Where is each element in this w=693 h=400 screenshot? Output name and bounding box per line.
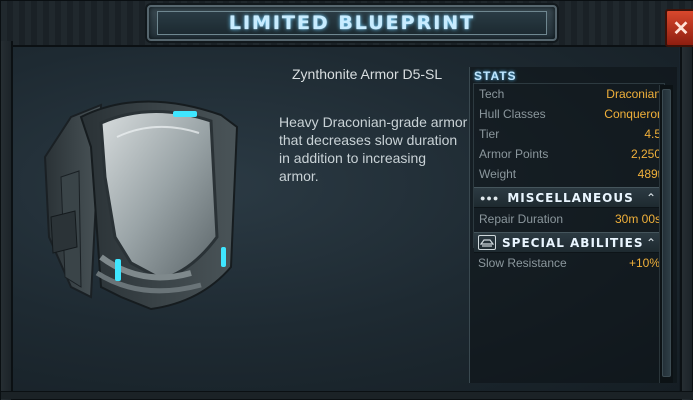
close-button[interactable]: ✕ xyxy=(665,9,693,47)
section-title: SPECIAL ABILITIES xyxy=(502,235,644,250)
stat-value: Draconian xyxy=(606,87,661,101)
stat-row-repair-duration: Repair Duration 30m 00s xyxy=(479,210,661,228)
stat-value: 489t xyxy=(637,167,661,181)
stat-label: Hull Classes xyxy=(479,107,546,121)
miscellaneous-section-header[interactable]: ●●● MISCELLANEOUS ⌃ xyxy=(474,187,664,208)
stat-row-tier: Tier 4.5 xyxy=(479,125,661,143)
window-frame-left xyxy=(1,41,13,400)
item-name: Zynthonite Armor D5-SL xyxy=(292,66,443,82)
item-description: Heavy Draconian-grade armor that decreas… xyxy=(279,114,468,184)
window-frame-bottom xyxy=(1,391,693,399)
stat-value: 30m 00s xyxy=(614,212,661,226)
stats-heading: STATS xyxy=(474,69,517,83)
armor-item-icon xyxy=(43,100,239,311)
stats-scrollbar[interactable] xyxy=(659,85,673,383)
stat-row-hull-classes: Hull Classes Conqueror xyxy=(479,105,661,123)
stats-list: Tech Draconian Hull Classes Conqueror Ti… xyxy=(473,83,665,253)
title-plate: LIMITED BLUEPRINT xyxy=(147,5,557,41)
stat-row-armor-points: Armor Points 2,250 xyxy=(479,145,661,163)
ship-icon xyxy=(478,235,496,250)
stat-label: Armor Points xyxy=(479,147,549,161)
stat-label: Tier xyxy=(479,127,500,141)
dots-icon: ●●● xyxy=(480,192,500,203)
stat-label: Weight xyxy=(479,167,517,181)
stat-value: +10% xyxy=(628,256,660,270)
stat-row-weight: Weight 489t xyxy=(479,165,661,183)
scrollbar-thumb[interactable] xyxy=(662,89,671,377)
stat-row-tech: Tech Draconian xyxy=(479,85,661,103)
chevron-up-icon[interactable]: ⌃ xyxy=(646,236,656,250)
title-plate-inner: LIMITED BLUEPRINT xyxy=(157,11,547,35)
stat-value: Conqueror xyxy=(604,107,661,121)
stat-row-slow-resistance: Slow Resistance +10% xyxy=(478,254,660,272)
section-title: MISCELLANEOUS xyxy=(507,190,634,205)
window-title: LIMITED BLUEPRINT xyxy=(228,12,476,34)
stat-value: 2,250 xyxy=(630,147,661,161)
window-frame-right xyxy=(680,41,692,400)
stat-label: Tech xyxy=(479,87,505,101)
special-abilities-section-header[interactable]: SPECIAL ABILITIES ⌃ xyxy=(474,232,664,253)
close-icon: ✕ xyxy=(672,17,690,40)
blueprint-window: LIMITED BLUEPRINT ✕ Zynthonite Armor D5-… xyxy=(0,0,693,400)
stat-label: Repair Duration xyxy=(479,212,564,226)
stats-panel: STATS Tech Draconian Hull Classes Conque… xyxy=(469,67,677,383)
chevron-up-icon[interactable]: ⌃ xyxy=(646,191,656,205)
stat-label: Slow Resistance xyxy=(478,256,567,270)
